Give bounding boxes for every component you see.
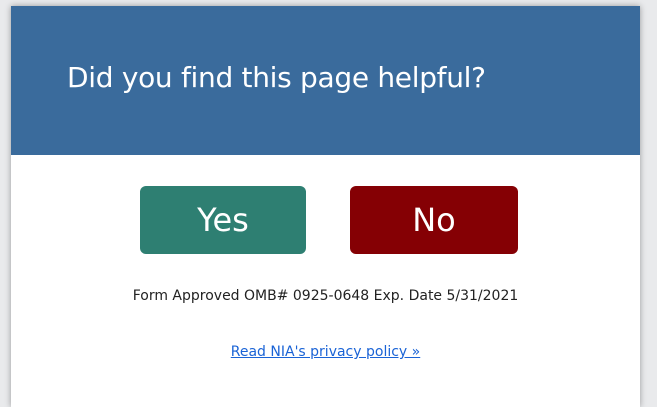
- privacy-policy-link[interactable]: Read NIA's privacy policy »: [231, 344, 420, 360]
- no-button[interactable]: No: [350, 186, 518, 254]
- feedback-widget: Did you find this page helpful? Yes No F…: [11, 6, 640, 407]
- yes-button[interactable]: Yes: [140, 186, 306, 254]
- privacy-policy-row: Read NIA's privacy policy »: [11, 344, 640, 360]
- feedback-header: Did you find this page helpful?: [11, 6, 640, 155]
- omb-approval-text: Form Approved OMB# 0925-0648 Exp. Date 5…: [132, 288, 519, 304]
- feedback-title: Did you find this page helpful?: [67, 61, 486, 94]
